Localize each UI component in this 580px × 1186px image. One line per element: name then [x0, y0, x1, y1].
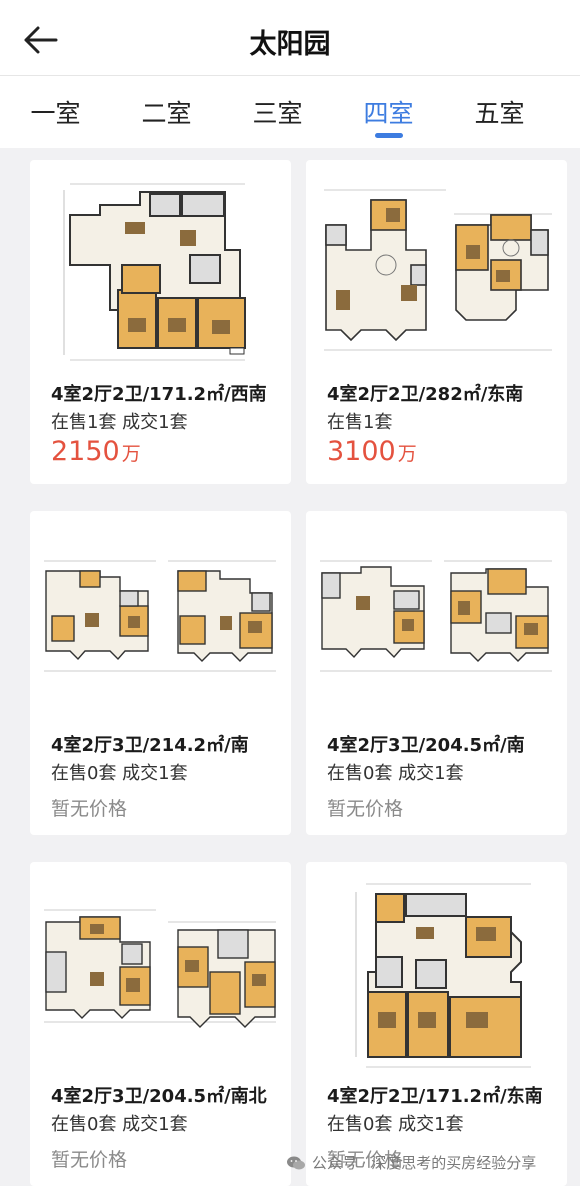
listing-no-price: 暂无价格 [51, 798, 128, 820]
page-title: 太阳园 [249, 29, 331, 60]
listing-title: 4室2厅2卫/171.2㎡/东南 [327, 1086, 543, 1107]
tab-3-rooms[interactable]: 三室 [222, 76, 333, 148]
listing-status: 在售0套 成交1套 [327, 1114, 464, 1135]
tab-label: 三室 [252, 99, 303, 128]
listing-title: 4室2厅3卫/204.5㎡/南 [327, 735, 525, 756]
floorplan-image [324, 189, 552, 351]
price-value: 3100 [327, 436, 396, 467]
tab-5-rooms[interactable]: 五室 [444, 76, 555, 148]
floorplan-image [44, 909, 276, 1028]
wechat-icon [287, 1156, 305, 1169]
listing-status: 在售0套 成交1套 [327, 763, 464, 784]
listing-status: 在售1套 成交1套 [51, 412, 188, 433]
floorplan-card[interactable]: 4室2厅3卫/204.5㎡/南 在售0套 成交1套 暂无价格 [306, 511, 567, 835]
tab-1-room[interactable]: 一室 [0, 76, 111, 148]
price-unit: 万 [121, 443, 141, 465]
active-tab-indicator [374, 133, 403, 138]
tab-4-rooms[interactable]: 四室 [333, 76, 444, 148]
floorplan-image [44, 560, 276, 672]
listing-status: 在售1套 [327, 412, 393, 433]
listing-title: 4室2厅2卫/282㎡/东南 [327, 384, 524, 405]
floorplan-card[interactable]: 4室2厅2卫/171.2㎡/东南 在售0套 成交1套 暂无价格 [306, 862, 567, 1186]
tab-label: 二室 [141, 99, 192, 128]
listing-price: 3100 万 [327, 436, 417, 467]
floorplan-card[interactable]: 4室2厅3卫/214.2㎡/南 在售0套 成交1套 暂无价格 [30, 511, 291, 835]
listing-price: 2150 万 [51, 436, 141, 467]
room-count-tabs: 一室 二室 三室 四室 五室 [0, 76, 580, 148]
listing-title: 4室2厅2卫/171.2㎡/西南 [51, 384, 267, 405]
floorplan-image [355, 883, 531, 1068]
tab-label: 四室 [363, 99, 414, 128]
listing-no-price: 暂无价格 [51, 1149, 128, 1171]
floorplan-image [63, 183, 246, 361]
floorplan-image [320, 560, 552, 672]
top-bar: 太阳园 [0, 0, 580, 76]
listing-no-price: 暂无价格 [327, 798, 404, 820]
watermark: 公众号 · 深度思考的买房经验分享 [286, 1152, 536, 1173]
price-unit: 万 [397, 443, 417, 465]
floorplan-card[interactable]: 4室2厅2卫/282㎡/东南 在售1套 3100 万 [306, 160, 567, 484]
listing-status: 在售0套 成交1套 [51, 1114, 188, 1135]
watermark-text: 公众号 · 深度思考的买房经验分享 [312, 1154, 537, 1172]
floorplan-card[interactable]: 4室2厅3卫/204.5㎡/南北 在售0套 成交1套 暂无价格 [30, 862, 291, 1186]
floorplan-card[interactable]: 4室2厅2卫/171.2㎡/西南 在售1套 成交1套 2150 万 [30, 160, 291, 484]
tab-label: 一室 [30, 99, 81, 128]
tab-label: 五室 [474, 99, 525, 128]
listing-title: 4室2厅3卫/214.2㎡/南 [51, 735, 249, 756]
price-value: 2150 [51, 436, 120, 467]
listing-title: 4室2厅3卫/204.5㎡/南北 [51, 1086, 267, 1107]
tab-2-rooms[interactable]: 二室 [111, 76, 222, 148]
listing-status: 在售0套 成交1套 [51, 763, 188, 784]
